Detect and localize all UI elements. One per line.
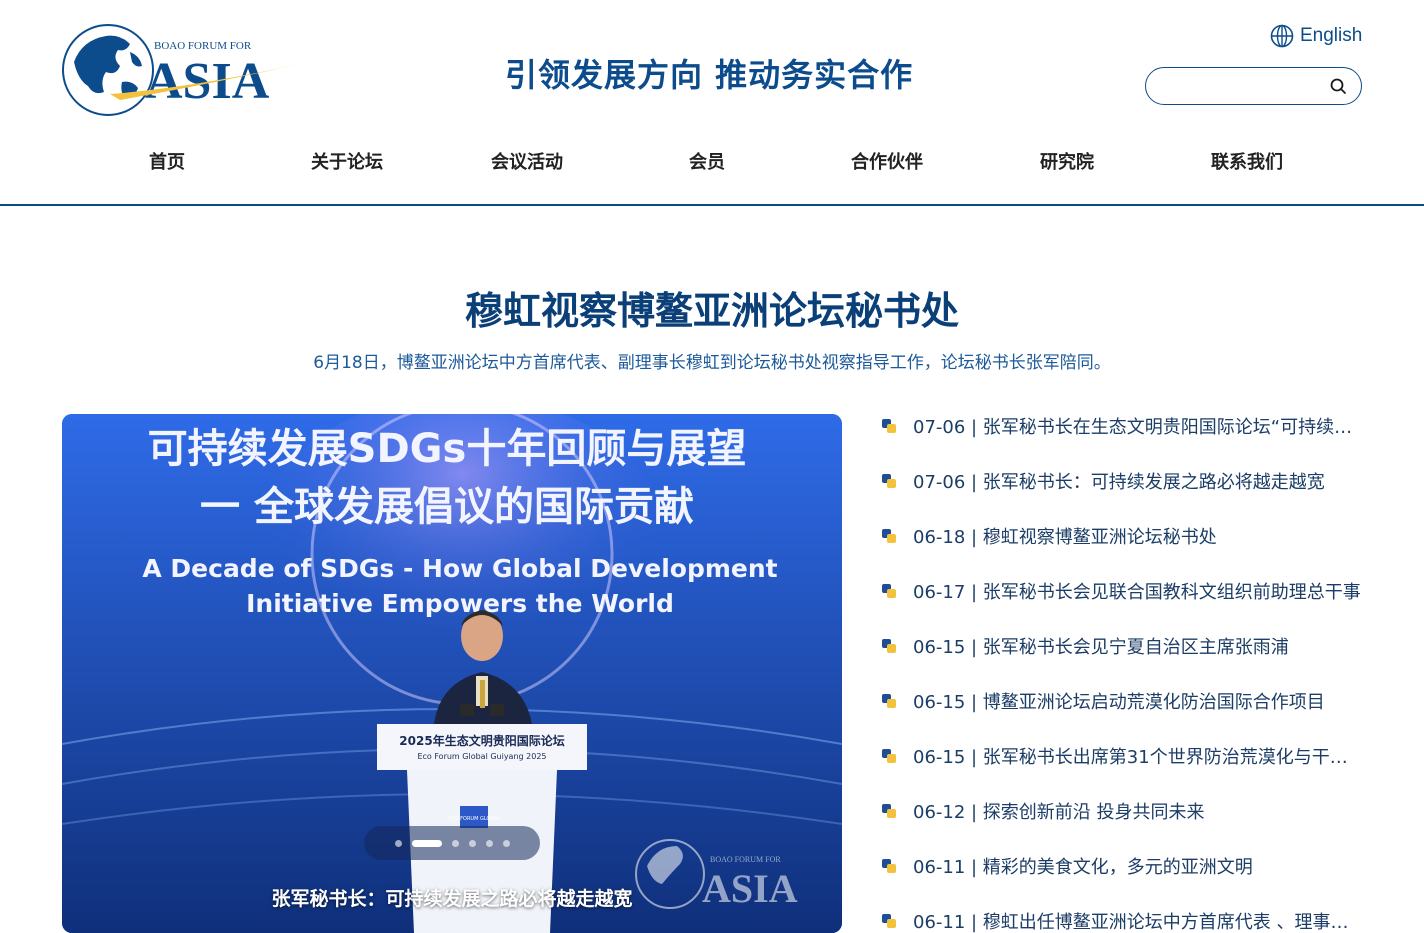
news-item-text: 07-06 | 张军秘书长在生态文明贵阳国际论坛“可持续发展SDGs十年回顾与展… [913,417,1363,438]
news-item[interactable]: 06-15 | 博鳌亚洲论坛启动荒漠化防治国际合作项目 [880,686,1370,716]
site-slogan: 引领发展方向 推动务实合作 [505,56,914,94]
news-item-text: 06-11 | 穆虹出任博鳌亚洲论坛中方首席代表 、理事会副理事长 [913,912,1363,933]
site-header: BOAO FORUM FOR ASIA 引领发展方向 推动务实合作 Englis… [0,0,1424,206]
news-item-text: 06-11 | 精彩的美食文化，多元的亚洲文明 [913,857,1253,878]
logo-main-text: ASIA [145,53,270,110]
news-item-text: 06-15 | 博鳌亚洲论坛启动荒漠化防治国际合作项目 [913,692,1325,713]
carousel-dot-active[interactable] [411,839,442,847]
nav-item-home[interactable]: 首页 [149,148,185,174]
nav-item-contact[interactable]: 联系我们 [1211,148,1283,174]
news-item-text: 06-12 | 探索创新前沿 投身共同未来 [913,802,1205,823]
news-item[interactable]: 06-17 | 张军秘书长会见联合国教科文组织前助理总干事 [880,576,1370,606]
news-item[interactable]: 06-12 | 探索创新前沿 投身共同未来 [880,796,1370,826]
news-item-text: 06-17 | 张军秘书长会见联合国教科文组织前助理总干事 [913,582,1361,603]
news-carousel[interactable]: 可持续发展SDGs十年回顾与展望 一 全球发展倡议的国际贡献 A Decade … [62,414,842,933]
nav-item-institute[interactable]: 研究院 [1040,148,1094,174]
featured-headline[interactable]: 穆虹视察博鳌亚洲论坛秘书处 [0,280,1424,335]
boao-forum-logo[interactable]: BOAO FORUM FOR ASIA [60,22,305,118]
banner-en-line1: A Decade of SDGs - How Global Developmen… [142,554,777,583]
news-bullet-icon [880,692,898,710]
news-bullet-icon [880,417,898,435]
nav-item-about[interactable]: 关于论坛 [311,148,383,174]
nav-item-partners[interactable]: 合作伙伴 [851,148,923,174]
nav-item-members[interactable]: 会员 [689,148,725,174]
banner-en-line2: Initiative Empowers the World [246,589,674,618]
search-icon[interactable] [1329,77,1347,95]
news-item-text: 06-15 | 张军秘书长出席第31个世界防治荒漠化与干旱日纪念活动 [913,747,1363,768]
news-item[interactable]: 06-11 | 穆虹出任博鳌亚洲论坛中方首席代表 、理事会副理事长 [880,906,1370,933]
search-box [1145,67,1362,105]
news-item-text: 07-06 | 张军秘书长：可持续发展之路必将越走越宽 [913,472,1325,493]
news-item[interactable]: 06-11 | 精彩的美食文化，多元的亚洲文明 [880,851,1370,881]
carousel-dot[interactable] [394,839,402,847]
carousel-dot[interactable] [485,839,493,847]
banner-cn-line2: 一 全球发展倡议的国际贡献 [200,484,694,530]
news-item-text: 06-15 | 张军秘书长会见宁夏自治区主席张雨浦 [913,637,1289,658]
news-bullet-icon [880,472,898,490]
news-item[interactable]: 06-15 | 张军秘书长会见宁夏自治区主席张雨浦 [880,631,1370,661]
news-bullet-icon [880,857,898,875]
nav-item-events[interactable]: 会议活动 [491,148,563,174]
watermark-top-text: BOAO FORUM FOR [710,855,781,864]
language-switch[interactable]: English [1270,24,1362,48]
banner-cn-line1: 可持续发展SDGs十年回顾与展望 [148,426,747,472]
carousel-caption[interactable]: 张军秘书长：可持续发展之路必将越走越宽 [62,884,842,911]
news-item[interactable]: 06-15 | 张军秘书长出席第31个世界防治荒漠化与干旱日纪念活动 [880,741,1370,771]
podium-en: Eco Forum Global Guiyang 2025 [417,752,546,761]
news-bullet-icon [880,747,898,765]
news-item-text: 06-18 | 穆虹视察博鳌亚洲论坛秘书处 [913,527,1217,548]
globe-icon [1270,24,1294,48]
podium-logo: ECO FORUM GLOBAL [448,816,500,822]
news-item[interactable]: 06-18 | 穆虹视察博鳌亚洲论坛秘书处 [880,521,1370,551]
news-bullet-icon [880,582,898,600]
carousel-dot[interactable] [451,839,459,847]
language-label: English [1300,25,1363,46]
carousel-pagination [364,826,540,860]
news-item[interactable]: 07-06 | 张军秘书长：可持续发展之路必将越走越宽 [880,466,1370,496]
podium-cn: 2025年生态文明贵阳国际论坛 [399,733,564,748]
news-bullet-icon [880,637,898,655]
search-input[interactable] [1160,75,1320,97]
news-bullet-icon [880,527,898,545]
logo-top-text: BOAO FORUM FOR [154,40,252,52]
news-bullet-icon [880,802,898,820]
carousel-dot[interactable] [468,839,476,847]
carousel-dot[interactable] [502,839,510,847]
featured-summary: 6月18日，博鳌亚洲论坛中方首席代表、副理事长穆虹到论坛秘书处视察指导工作，论坛… [313,353,1111,373]
news-bullet-icon [880,912,898,930]
news-item[interactable]: 07-06 | 张军秘书长在生态文明贵阳国际论坛“可持续发展SDGs十年回顾与展… [880,411,1370,441]
